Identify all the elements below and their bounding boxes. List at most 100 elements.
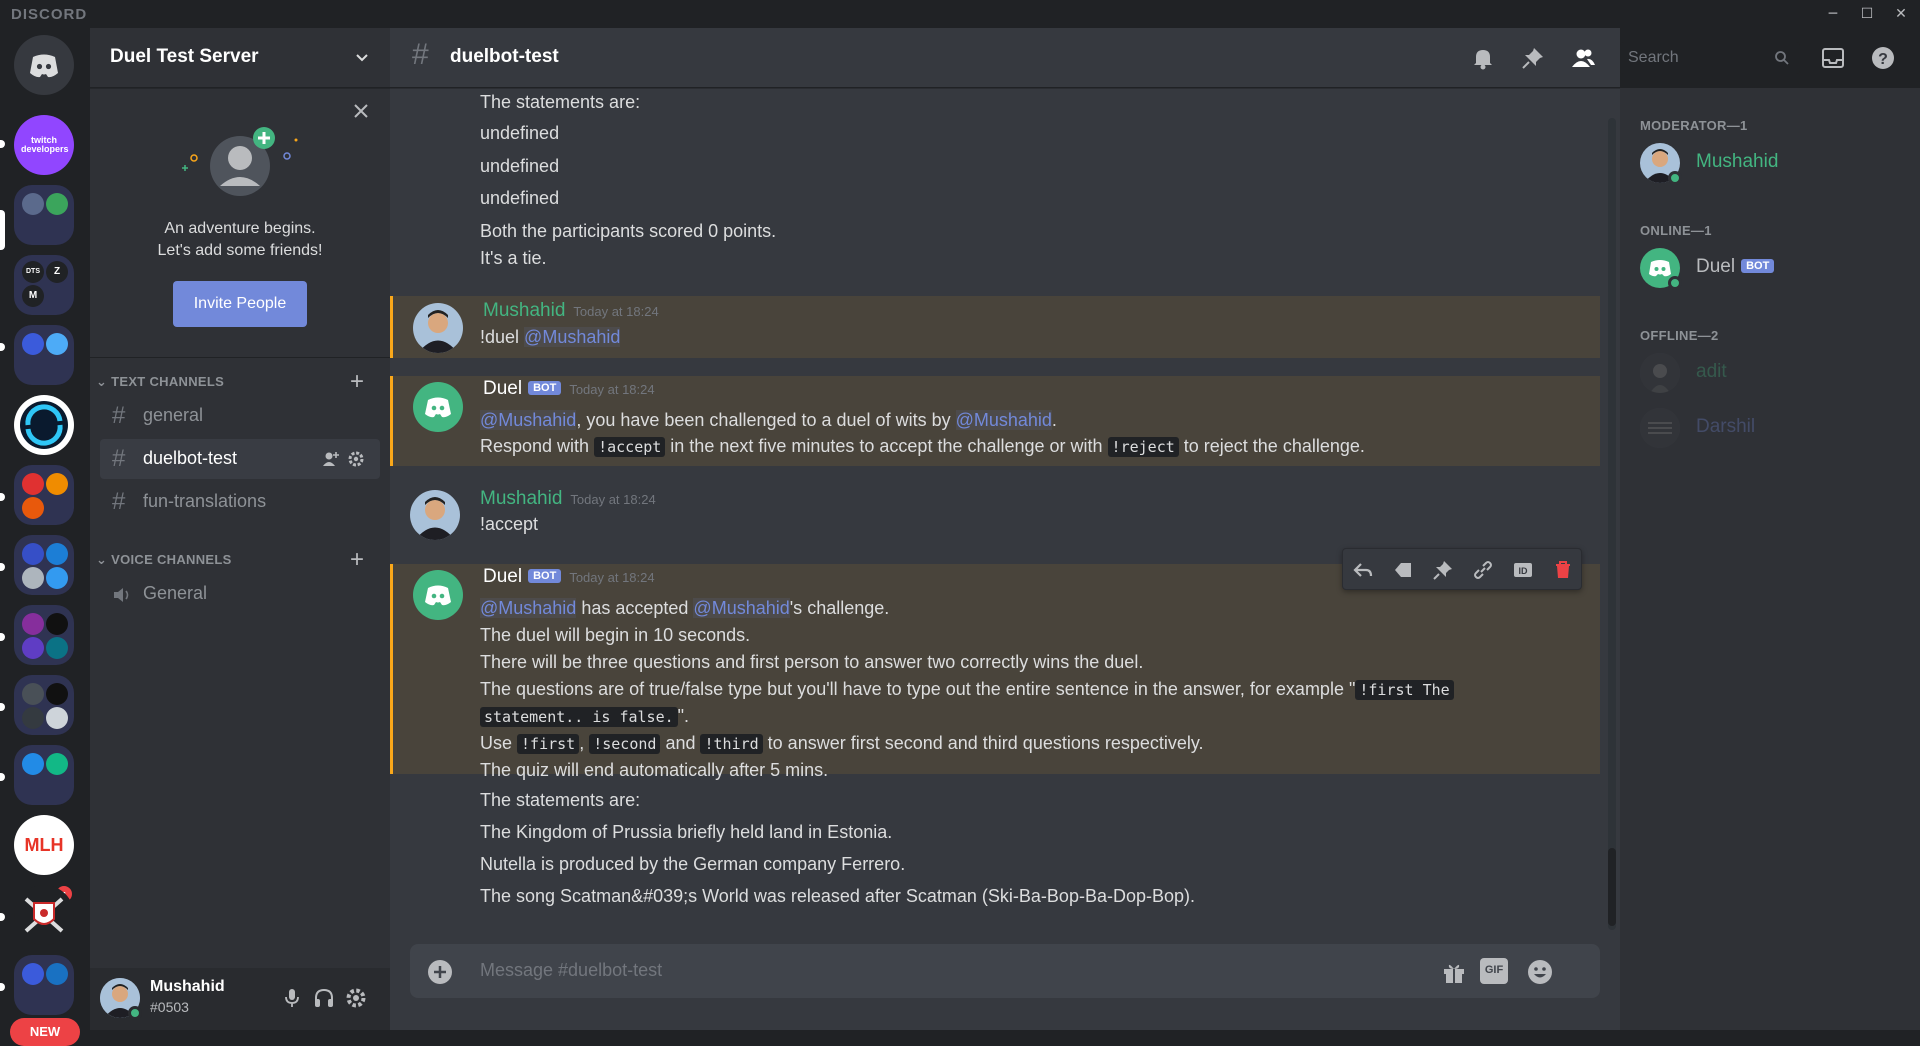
member-name: Duel [1696, 256, 1736, 277]
gear-icon[interactable] [344, 986, 368, 1010]
minimize-button[interactable]: ─ [1820, 2, 1846, 26]
server-twitch-developers-label: twitch developers [21, 135, 69, 154]
notification-bell-icon[interactable] [1470, 45, 1496, 71]
scrollbar-thumb[interactable] [1608, 848, 1616, 926]
server-crest[interactable] [14, 885, 74, 945]
home-button[interactable] [14, 35, 74, 95]
status-online-indicator [1668, 171, 1682, 185]
server-round-logo[interactable] [14, 395, 74, 455]
close-window-button[interactable]: ✕ [1888, 2, 1914, 26]
unread-indicator [0, 633, 5, 641]
gear-icon[interactable] [347, 450, 365, 468]
reply-icon[interactable] [1351, 558, 1375, 582]
server-folder-9[interactable] [14, 955, 74, 1015]
message-text: has accepted [576, 598, 694, 618]
tag-icon[interactable] [1391, 558, 1415, 582]
member-list-icon[interactable] [1570, 45, 1596, 71]
server-name: Duel Test Server [110, 46, 259, 67]
inbox-icon[interactable] [1820, 45, 1846, 71]
close-icon[interactable] [352, 102, 370, 120]
mini-server-icon [46, 613, 68, 635]
pin-icon[interactable] [1431, 558, 1455, 582]
headphones-icon[interactable] [312, 986, 336, 1010]
user-tag: #0503 [150, 999, 189, 1015]
create-channel-icon[interactable]: + [350, 368, 364, 396]
message-text: to answer first second and third questio… [762, 733, 1204, 753]
server-folder-5[interactable] [14, 535, 74, 595]
server-folder-7[interactable] [14, 675, 74, 735]
scrollbar[interactable] [1608, 118, 1616, 930]
avatar[interactable] [413, 570, 463, 620]
author-name[interactable]: Duel [483, 378, 522, 399]
channel-name: General [143, 583, 208, 603]
message-text: , [579, 733, 590, 753]
message-text: There will be three questions and first … [480, 652, 1144, 672]
avatar [1640, 408, 1680, 448]
new-unreads-pill[interactable]: NEW [10, 1018, 80, 1046]
message-text: 's challenge. [789, 598, 890, 618]
add-attachment-icon[interactable] [426, 958, 454, 986]
message-mushahid-duel: Mushahid Today at 18:24 !duel @Mushahid [390, 296, 1600, 358]
avatar[interactable] [410, 490, 460, 540]
channel-general[interactable]: # general [100, 396, 380, 436]
mini-server-icon [46, 963, 68, 985]
search-input[interactable]: Search [1628, 49, 1679, 67]
voice-channel-general[interactable]: General [100, 574, 380, 614]
voice-channels-category[interactable]: ⌄ VOICE CHANNELS + [96, 546, 364, 573]
server-twitch-developers[interactable]: twitch developers [14, 115, 74, 175]
user-mention[interactable]: @Mushahid [955, 410, 1052, 430]
invite-people-button[interactable]: Invite People [173, 281, 307, 327]
message-body: The questions are of true/false type but… [480, 679, 1454, 700]
invite-member-icon[interactable] [322, 450, 340, 468]
user-mention[interactable]: @Mushahid [524, 327, 621, 347]
channel-duelbot-test[interactable]: # duelbot-test [100, 439, 380, 479]
server-folder-8[interactable] [14, 745, 74, 805]
timestamp: Today at 18:24 [569, 570, 655, 585]
message-line: It's a tie. [480, 248, 547, 268]
trash-icon[interactable] [1551, 558, 1575, 582]
mini-server-icon [22, 193, 44, 215]
emoji-icon[interactable] [1526, 958, 1554, 986]
user-mention[interactable]: @Mushahid [693, 598, 790, 618]
text-channels-category[interactable]: ⌄ TEXT CHANNELS + [96, 368, 364, 395]
maximize-button[interactable]: ☐ [1854, 2, 1880, 26]
message-text: The quiz will end automatically after 5 … [480, 760, 829, 780]
author-name[interactable]: Duel [483, 566, 522, 587]
server-folder-6[interactable] [14, 605, 74, 665]
hash-icon: # [112, 402, 126, 429]
search-box[interactable]: Search [1620, 42, 1800, 74]
user-mention[interactable]: @Mushahid [480, 410, 577, 430]
gif-button[interactable]: GIF [1480, 958, 1508, 984]
microphone-icon[interactable] [280, 986, 304, 1010]
message-input[interactable]: Message #duelbot-test [480, 960, 662, 981]
avatar[interactable] [413, 303, 463, 353]
chat-area: # duelbot-test Search ? The statements a… [390, 28, 1894, 1030]
author-name[interactable]: Mushahid [483, 300, 565, 321]
status-online-indicator [128, 1006, 142, 1020]
author-name[interactable]: Mushahid [480, 488, 562, 509]
member-adit[interactable]: adit [1640, 350, 1910, 396]
server-folder-4[interactable] [14, 465, 74, 525]
copy-id-icon[interactable]: ID [1511, 558, 1535, 582]
user-mention[interactable]: @Mushahid [480, 598, 577, 618]
member-darshil[interactable]: Darshil [1640, 405, 1910, 451]
avatar[interactable] [413, 382, 463, 432]
member-duel-bot[interactable]: Duel BOT [1640, 245, 1910, 291]
message-body: Use !first, !second and !third to answer… [480, 733, 1204, 754]
message-body: @Mushahid has accepted @Mushahid's chall… [480, 598, 889, 619]
server-folder-1[interactable] [14, 185, 74, 245]
create-voice-channel-icon[interactable]: + [350, 546, 364, 574]
server-folder-3[interactable] [14, 325, 74, 385]
member-name: Mushahid [1696, 151, 1779, 172]
pin-icon[interactable] [1520, 45, 1546, 71]
channel-fun-translations[interactable]: # fun-translations [100, 482, 380, 522]
gift-icon[interactable] [1440, 958, 1468, 986]
server-folder-2[interactable]: DTS Z M [14, 255, 74, 315]
server-mlh[interactable]: MLH [14, 815, 74, 875]
help-icon[interactable]: ? [1870, 45, 1896, 71]
member-mushahid[interactable]: Mushahid [1640, 140, 1910, 186]
link-icon[interactable] [1471, 558, 1495, 582]
server-header[interactable]: Duel Test Server [90, 28, 390, 88]
inline-code: statement.. is false. [480, 707, 678, 727]
message-composer[interactable]: Message #duelbot-test GIF [410, 944, 1600, 998]
